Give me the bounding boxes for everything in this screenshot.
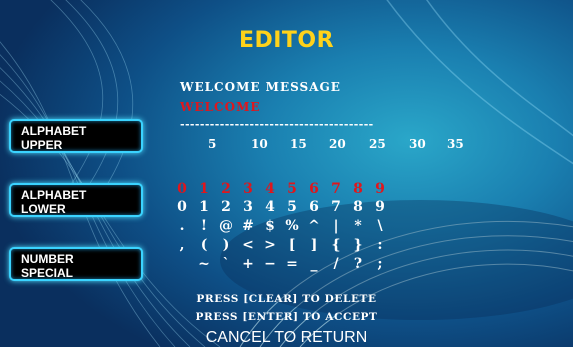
char-key[interactable]: % — [282, 218, 302, 234]
char-key[interactable]: 3 — [238, 181, 258, 197]
field-label: WELCOME MESSAGE — [180, 80, 341, 94]
char-key[interactable]: : — [370, 237, 390, 253]
char-key[interactable]: $ — [260, 218, 280, 234]
ruler-mark: 15 — [290, 137, 307, 151]
char-key[interactable]: > — [260, 237, 280, 253]
char-key[interactable]: = — [282, 256, 302, 272]
enter-hint: PRESS [ENTER] TO ACCEPT — [195, 311, 378, 323]
char-key[interactable]: \ — [370, 218, 390, 234]
char-key[interactable]: / — [326, 256, 346, 272]
char-key[interactable]: _ — [304, 256, 324, 272]
char-key[interactable]: ~ — [194, 256, 214, 272]
button-label-line1: ALPHABET — [21, 124, 87, 138]
char-key[interactable]: 3 — [238, 199, 258, 215]
button-label-line2: SPECIAL — [21, 266, 74, 280]
cancel-to-return[interactable]: CANCEL TO RETURN — [0, 329, 573, 347]
char-key[interactable]: < — [238, 237, 258, 253]
char-key[interactable]: ^ — [304, 218, 324, 234]
char-key[interactable]: 5 — [282, 181, 302, 197]
char-key[interactable]: 6 — [304, 199, 324, 215]
char-key[interactable]: 9 — [370, 181, 390, 197]
char-key[interactable]: 0 — [172, 181, 192, 197]
char-key[interactable]: + — [238, 256, 258, 272]
char-key[interactable]: 0 — [172, 199, 192, 215]
char-key[interactable]: 2 — [216, 181, 236, 197]
char-key[interactable]: ) — [216, 237, 236, 253]
ruler-mark: 10 — [251, 137, 268, 151]
button-label-line2: LOWER — [21, 202, 66, 216]
char-key[interactable]: ; — [370, 256, 390, 272]
char-key[interactable]: 4 — [260, 181, 280, 197]
char-key[interactable]: @ — [216, 218, 236, 234]
char-key[interactable]: 6 — [304, 181, 324, 197]
char-key[interactable]: − — [260, 256, 280, 272]
char-key[interactable]: # — [238, 218, 258, 234]
button-label-line1: ALPHABET — [21, 188, 87, 202]
char-key[interactable]: ] — [304, 237, 324, 253]
char-key[interactable]: 2 — [216, 199, 236, 215]
screen-title: EDITOR — [238, 28, 335, 53]
button-label-line2: UPPER — [21, 138, 63, 152]
char-key[interactable]: 5 — [282, 199, 302, 215]
char-key[interactable]: 7 — [326, 181, 346, 197]
alphabet-upper-button[interactable]: ALPHABET UPPER — [9, 119, 143, 153]
char-key[interactable]: * — [348, 218, 368, 234]
char-key[interactable]: ` — [216, 256, 236, 272]
ruler-mark: 25 — [369, 137, 386, 151]
char-key[interactable]: ? — [348, 256, 368, 272]
button-label-line1: NUMBER — [21, 252, 74, 266]
char-key[interactable]: 8 — [348, 181, 368, 197]
alphabet-lower-button[interactable]: ALPHABET LOWER — [9, 183, 143, 217]
char-key[interactable]: 9 — [370, 199, 390, 215]
char-key[interactable]: . — [172, 218, 192, 234]
char-key[interactable]: 1 — [194, 199, 214, 215]
char-key[interactable]: { — [326, 237, 346, 253]
field-underline: --------------------------------------- — [180, 118, 374, 131]
char-key[interactable]: 1 — [194, 181, 214, 197]
char-key[interactable]: [ — [282, 237, 302, 253]
char-key[interactable]: , — [172, 237, 192, 253]
ruler-mark: 5 — [208, 137, 217, 151]
ruler-mark: 35 — [447, 137, 464, 151]
char-key[interactable]: 8 — [348, 199, 368, 215]
clear-hint: PRESS [CLEAR] TO DELETE — [196, 293, 377, 305]
ruler-mark: 20 — [329, 137, 346, 151]
char-key[interactable]: 7 — [326, 199, 346, 215]
number-special-button[interactable]: NUMBER SPECIAL — [9, 247, 143, 281]
char-key[interactable]: | — [326, 218, 346, 234]
char-key[interactable]: ( — [194, 237, 214, 253]
char-key[interactable]: } — [348, 237, 368, 253]
field-value: WELCOME — [180, 100, 261, 114]
ruler-mark: 30 — [409, 137, 426, 151]
char-key[interactable]: 4 — [260, 199, 280, 215]
char-key[interactable]: ! — [194, 218, 214, 234]
atm-editor-screen: EDITOR WELCOME MESSAGE WELCOME ---------… — [0, 0, 573, 347]
